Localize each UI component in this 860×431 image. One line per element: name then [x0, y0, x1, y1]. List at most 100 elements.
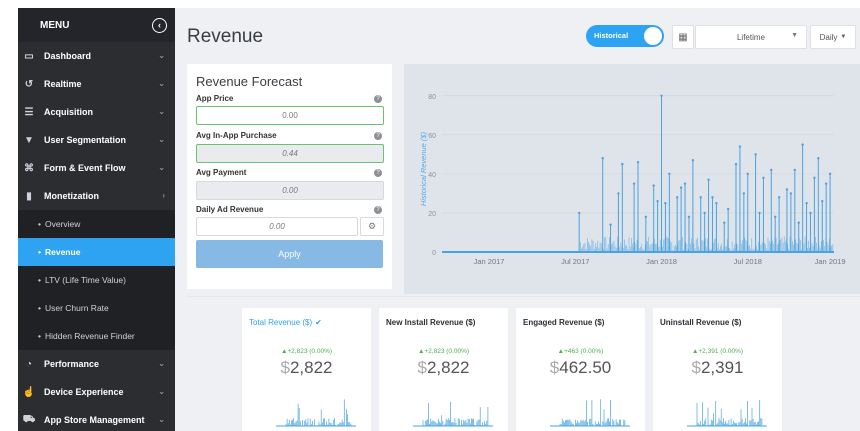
chart-point [789, 192, 793, 195]
sparkline [550, 399, 630, 427]
sidebar-item-acquisition[interactable]: ☰ Acquisition ⌄ [18, 98, 175, 126]
sidebar-item-dashboard[interactable]: ▭ Dashboard ⌄ [18, 42, 175, 70]
caret-down-icon: ▼ [791, 32, 798, 39]
kpi-card-uninstall-revenue[interactable]: Uninstall Revenue ($) ▲+2,391 (0.00%) $2… [653, 308, 782, 431]
sidebar-subitem-hidden-revenue-finder[interactable]: • Hidden Revenue Finder [18, 322, 175, 350]
kpi-card-new-install-revenue[interactable]: New Install Revenue ($) ▲+2,823 (0.00%) … [379, 308, 508, 431]
chart-point [644, 215, 648, 219]
kpi-card-engaged-revenue[interactable]: Engaged Revenue ($) ▲+463 (0.00%) $462.5… [516, 308, 645, 431]
sidebar-item-form-event-flow[interactable]: ⌘ Form & Event Flow ⌄ [18, 154, 175, 182]
hand-icon: ☝ [22, 386, 36, 398]
period-select[interactable]: Daily ▼ [810, 25, 856, 49]
list-icon: ☰ [24, 106, 34, 118]
sidebar-subitem-user-churn-rate[interactable]: • User Churn Rate [18, 294, 175, 322]
help-icon[interactable]: ? [374, 169, 382, 177]
card-title: Engaged Revenue ($) [523, 318, 605, 327]
help-icon[interactable]: ? [374, 206, 382, 214]
chart-point [636, 160, 640, 164]
help-icon[interactable]: ? [374, 95, 382, 103]
calendar-icon[interactable]: ▦ [672, 25, 694, 49]
sparkline [276, 399, 356, 427]
sidebar-item-monetization[interactable]: ▮ Monetization › [18, 182, 175, 210]
sidebar-subitem-revenue[interactable]: • Revenue [18, 238, 175, 266]
card-title: Total Revenue ($) ✔ [249, 318, 322, 327]
chart-point [652, 184, 655, 187]
sidebar-item-device-experience[interactable]: ☝ Device Experience ⌄ [18, 378, 175, 406]
sidebar-item-label: Device Experience [44, 387, 124, 397]
sidebar-item-label: User Segmentation [44, 135, 127, 145]
app-price-label: App Price [196, 94, 234, 103]
chart-point [738, 145, 742, 148]
flow-icon: ⌘ [24, 162, 34, 174]
app-price-field[interactable]: 0.00 [196, 106, 384, 125]
sidebar-item-label: Performance [44, 359, 100, 369]
chart-point [774, 215, 777, 219]
y-tick-label: 20 [428, 211, 436, 218]
card-title: New Install Revenue ($) [386, 318, 476, 327]
chevron-down-icon: ⌄ [158, 387, 165, 396]
sidebar-item-label: App Store Management [44, 415, 145, 425]
chart-point [715, 201, 718, 205]
sidebar-subitem-label: Hidden Revenue Finder [44, 331, 135, 341]
check-icon: ✔ [315, 318, 322, 327]
chart-point [813, 176, 816, 179]
collapse-menu-icon[interactable]: ‹ [152, 17, 167, 33]
sidebar-subitem-overview[interactable]: • Overview [18, 210, 175, 238]
chart-point [617, 192, 620, 195]
y-axis-label: Historical Revenue ($) [419, 131, 428, 206]
card-value: $2,822 [280, 358, 333, 377]
sidebar-subitem-ltv[interactable]: • LTV (Life Time Value) [18, 266, 175, 294]
sidebar-item-performance[interactable]: ◔ Performance ⌄ [18, 350, 175, 378]
x-tick-label: Jan 2019 [815, 257, 846, 266]
sidebar-item-realtime[interactable]: ↺ Realtime ⌄ [18, 70, 175, 98]
card-delta: ▲+2,823 (0.00%) [417, 348, 470, 355]
chart-point [691, 159, 695, 162]
sidebar: MENU ‹ ▭ Dashboard ⌄ ↺ Realtime ⌄ ☰ Acqu… [18, 8, 175, 431]
chevron-down-icon: ⌄ [158, 135, 165, 144]
chart-point [578, 211, 581, 215]
avg-payment-label: Avg Payment [196, 168, 247, 177]
sidebar-item-app-store-management[interactable]: ⛟ App Store Management ⌄ [18, 406, 175, 431]
sparkline [413, 401, 493, 427]
chevron-down-icon: ⌄ [158, 163, 165, 172]
chart-point [754, 153, 757, 156]
gear-icon[interactable]: ⚙ [360, 217, 384, 236]
card-delta: ▲+2,823 (0.00%) [280, 348, 333, 355]
chart-point [601, 157, 604, 160]
x-tick-label: Jul 2018 [734, 257, 762, 266]
avg-in-app-purchase-field[interactable]: 0.44 [196, 144, 384, 163]
sidebar-item-user-segmentation[interactable]: ▼ User Segmentation ⌄ [18, 126, 175, 154]
apply-button[interactable]: Apply [196, 240, 383, 268]
chart-point [821, 200, 824, 203]
divider [187, 296, 860, 297]
sidebar-item-label: Realtime [44, 79, 82, 89]
avg-payment-field[interactable]: 0.00 [196, 181, 384, 200]
y-tick-label: 80 [428, 94, 436, 101]
help-icon[interactable]: ? [374, 132, 382, 140]
sidebar-item-label: Monetization [44, 191, 99, 201]
page-title: Revenue [187, 26, 264, 47]
chart-point [824, 182, 828, 185]
toggle-label: Historical [594, 31, 629, 40]
card-delta: ▲+463 (0.00%) [557, 348, 604, 355]
chevron-right-icon: › [162, 191, 165, 200]
chart-point [707, 178, 710, 181]
sidebar-item-label: Acquisition [44, 107, 93, 117]
chart-point [805, 201, 808, 205]
chart-point [797, 221, 800, 224]
historical-revenue-chart: 80 60 40 20 0 Historical Revenue ($) Jan 2017 J… [404, 64, 860, 294]
date-range-select[interactable]: Lifetime ▼ [695, 25, 807, 49]
chart-svg: 80 60 40 20 0 Historical Revenue ($) Jan 2017 J… [419, 94, 846, 266]
x-tick-label: Jan 2017 [474, 257, 505, 266]
kpi-card-total-revenue[interactable]: Total Revenue ($) ✔ ▲+2,823 (0.00%) $2,82… [242, 308, 371, 431]
chart-point [621, 162, 624, 166]
daily-ad-revenue-label: Daily Ad Revenue [196, 205, 264, 214]
chart-point [699, 196, 702, 199]
chart-point [785, 188, 789, 191]
chart-point [632, 182, 636, 185]
chart-point [828, 172, 832, 176]
daily-ad-revenue-field[interactable]: 0.00 [196, 217, 358, 236]
chevron-down-icon: ⌄ [158, 51, 165, 60]
historical-toggle[interactable]: Historical [586, 25, 664, 47]
sidebar-subitem-label: Revenue [44, 247, 81, 257]
